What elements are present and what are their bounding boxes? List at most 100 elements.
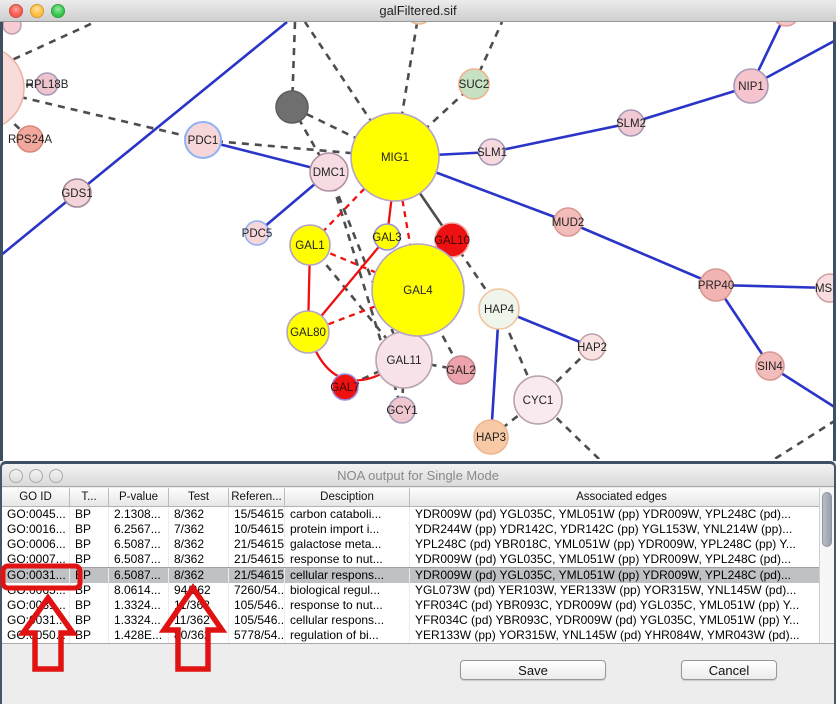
cell-reference: 7260/54... bbox=[229, 583, 285, 598]
column-header-reference[interactable]: Referen... bbox=[229, 488, 285, 506]
cell-go_id: GO:0031... bbox=[2, 613, 70, 628]
cell-description: galactose meta... bbox=[285, 537, 410, 552]
table-header-row: GO IDT...P-valueTestReferen...Desciption… bbox=[2, 488, 834, 507]
cell-p_value: 8.0614... bbox=[109, 583, 169, 598]
node-label-SLM2: SLM2 bbox=[616, 118, 646, 130]
column-header-go_id[interactable]: GO ID bbox=[2, 488, 70, 506]
node-label-GAL11: GAL11 bbox=[387, 355, 422, 367]
node-label-GAL10: GAL10 bbox=[434, 235, 470, 247]
node-label-MSL1: MSL1 bbox=[815, 283, 833, 295]
scrollbar-thumb[interactable] bbox=[822, 492, 832, 547]
cell-go_id: GO:0050... bbox=[2, 628, 70, 643]
cell-p_value: 6.5087... bbox=[109, 552, 169, 567]
window-title: NOA output for Single Mode bbox=[2, 468, 834, 483]
node-label-SIN4: SIN4 bbox=[757, 361, 783, 373]
table-row-5[interactable]: GO:0031...BP6.5087...8/36221/54615cellul… bbox=[2, 567, 834, 583]
column-header-associated_edges[interactable]: Associated edges bbox=[410, 488, 834, 506]
cell-go_id: GO:0045... bbox=[2, 507, 70, 522]
cell-associated_edges: YFR034C (pd) YBR093C, YDR009W (pd) YGL03… bbox=[410, 613, 834, 628]
column-header-p_value[interactable]: P-value bbox=[109, 488, 169, 506]
table-row-1[interactable]: GO:0045...BP2.1308...8/36215/54615carbon… bbox=[2, 507, 834, 522]
table-row-4[interactable]: GO:0007...BP6.5087...8/36221/54615respon… bbox=[2, 552, 834, 567]
table-row-2[interactable]: GO:0016...BP6.2567...7/36210/54615protei… bbox=[2, 522, 834, 537]
table-row-9[interactable]: GO:0050...BP1.428E...80/3625778/54...reg… bbox=[2, 628, 834, 643]
node-label-NIP1: NIP1 bbox=[738, 81, 764, 93]
cell-go_id: GO:0031... bbox=[2, 598, 70, 613]
node-label-CYC1: CYC1 bbox=[523, 395, 554, 407]
node-label-GCY1: GCY1 bbox=[386, 405, 417, 417]
cell-reference: 21/54615 bbox=[229, 537, 285, 552]
cell-type: BP bbox=[70, 522, 109, 537]
cell-description: biological regul... bbox=[285, 583, 410, 598]
column-header-test[interactable]: Test bbox=[169, 488, 229, 506]
noa-window-titlebar[interactable]: NOA output for Single Mode bbox=[2, 464, 834, 487]
cell-p_value: 6.2567... bbox=[109, 522, 169, 537]
save-button[interactable]: Save bbox=[460, 660, 606, 680]
cell-type: BP bbox=[70, 507, 109, 522]
cell-p_value: 1.3324... bbox=[109, 613, 169, 628]
cell-reference: 21/54615 bbox=[229, 568, 285, 583]
cell-test: 8/362 bbox=[169, 507, 229, 522]
column-header-description[interactable]: Desciption bbox=[285, 488, 410, 506]
cell-p_value: 1.428E... bbox=[109, 628, 169, 643]
cell-associated_edges: YFR034C (pd) YBR093C, YDR009W (pd) YGL03… bbox=[410, 598, 834, 613]
cell-description: regulation of bi... bbox=[285, 628, 410, 643]
node-label-MUD2: MUD2 bbox=[552, 217, 585, 229]
cell-test: 11/362 bbox=[169, 613, 229, 628]
node-label-HAP3: HAP3 bbox=[476, 432, 506, 444]
cell-test: 8/362 bbox=[169, 552, 229, 567]
cell-associated_edges: YPL248C (pd) YBR018C, YML051W (pp) YDR00… bbox=[410, 537, 834, 552]
network-window-titlebar[interactable]: galFiltered.sif bbox=[0, 0, 836, 22]
network-canvas[interactable]: RPL18BRPS24AGDS1PDC1PDC5DMC1SUC2SLM1SLM2… bbox=[0, 22, 836, 461]
cell-go_id: GO:0006... bbox=[2, 537, 70, 552]
node-label-GAL3: GAL3 bbox=[372, 232, 401, 244]
cell-associated_edges: YGL073W (pd) YER103W, YER133W (pp) YOR31… bbox=[410, 583, 834, 598]
node-label-GAL4: GAL4 bbox=[403, 285, 433, 297]
cell-description: protein import i... bbox=[285, 522, 410, 537]
noa-output-window: NOA output for Single Mode GO IDT...P-va… bbox=[0, 461, 836, 704]
node-label-SLM1: SLM1 bbox=[477, 147, 507, 159]
cell-description: cellular respons... bbox=[285, 568, 410, 583]
cell-type: BP bbox=[70, 613, 109, 628]
network-graph: RPL18BRPS24AGDS1PDC1PDC5DMC1SUC2SLM1SLM2… bbox=[3, 22, 833, 459]
column-header-type[interactable]: T... bbox=[70, 488, 109, 506]
cell-reference: 105/546... bbox=[229, 613, 285, 628]
cell-type: BP bbox=[70, 568, 109, 583]
noa-results-table: GO IDT...P-valueTestReferen...Desciption… bbox=[2, 488, 834, 643]
cell-go_id: GO:0016... bbox=[2, 522, 70, 537]
network-edge-blue bbox=[631, 86, 751, 123]
node-label-RPS24A: RPS24A bbox=[8, 134, 52, 146]
table-row-8[interactable]: GO:0031...BP1.3324...11/362105/546...cel… bbox=[2, 613, 834, 628]
cell-associated_edges: YDR009W (pd) YGL035C, YML051W (pp) YDR00… bbox=[410, 568, 834, 583]
node-top-pink-node[interactable] bbox=[773, 22, 799, 26]
cell-go_id: GO:0031... bbox=[2, 568, 70, 583]
cancel-button[interactable]: Cancel bbox=[681, 660, 777, 680]
node-top-green-node[interactable] bbox=[406, 22, 432, 24]
cell-associated_edges: YDR244W (pp) YDR142C, YDR142C (pp) YGL15… bbox=[410, 522, 834, 537]
node-label-RPL18B: RPL18B bbox=[26, 79, 69, 91]
node-label-GDS1: GDS1 bbox=[61, 188, 92, 200]
table-row-6[interactable]: GO:0065...BP8.0614...94/3627260/54...bio… bbox=[2, 583, 834, 598]
cell-associated_edges: YDR009W (pd) YGL035C, YML051W (pp) YDR00… bbox=[410, 552, 834, 567]
node-label-PDC1: PDC1 bbox=[188, 135, 219, 147]
table-scrollbar[interactable] bbox=[819, 488, 834, 644]
cell-type: BP bbox=[70, 628, 109, 643]
node-label-PRP40: PRP40 bbox=[698, 280, 734, 292]
node-gray-node[interactable] bbox=[276, 91, 308, 123]
node-label-GAL1: GAL1 bbox=[295, 240, 324, 252]
cell-test: 94/362 bbox=[169, 583, 229, 598]
node-corner-node[interactable] bbox=[3, 22, 21, 34]
table-row-7[interactable]: GO:0031...BP1.3324...11/362105/546...res… bbox=[2, 598, 834, 613]
cell-reference: 15/54615 bbox=[229, 507, 285, 522]
cell-description: cellular respons... bbox=[285, 613, 410, 628]
node-label-GAL2: GAL2 bbox=[446, 365, 475, 377]
node-label-GAL7: GAL7 bbox=[330, 382, 359, 394]
cell-test: 7/362 bbox=[169, 522, 229, 537]
cell-reference: 105/546... bbox=[229, 598, 285, 613]
cell-type: BP bbox=[70, 537, 109, 552]
table-row-3[interactable]: GO:0006...BP6.5087...8/36221/54615galact… bbox=[2, 537, 834, 552]
node-label-HAP2: HAP2 bbox=[577, 342, 607, 354]
button-panel: Save Cancel bbox=[2, 643, 834, 703]
cell-type: BP bbox=[70, 583, 109, 598]
cell-test: 80/362 bbox=[169, 628, 229, 643]
